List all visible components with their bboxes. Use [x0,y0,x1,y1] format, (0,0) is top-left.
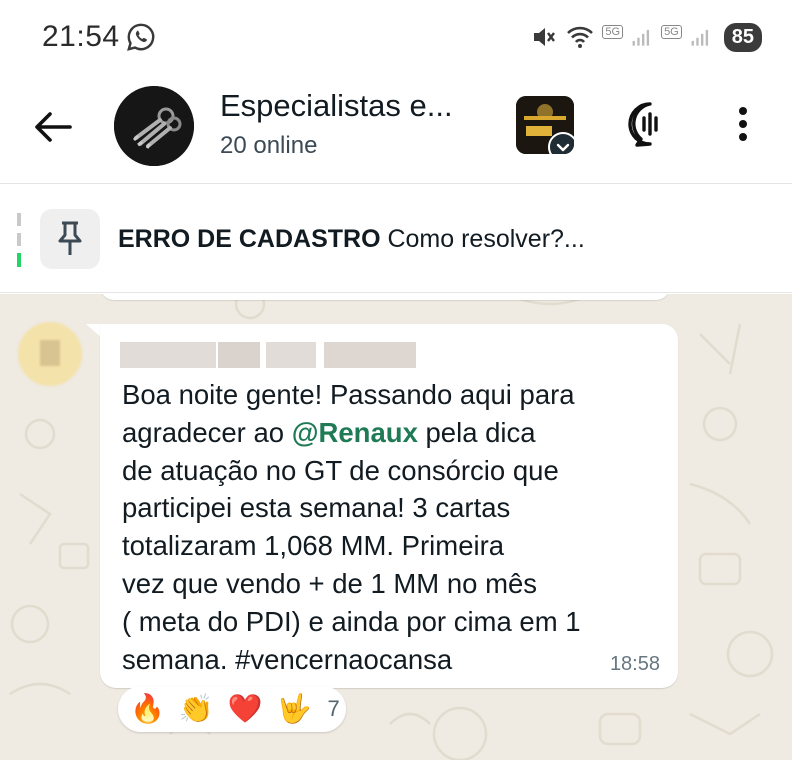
clapping-emoji: 👏 [178,692,214,725]
message-time: 18:58 [609,653,660,675]
mute-icon [534,28,556,46]
status-time: 21:54 [42,20,120,53]
chevron-down-icon [556,143,570,152]
signal-icon [632,29,650,46]
message-bubble[interactable]: Boa noite gente! Passando aqui para agra… [100,324,678,688]
network-type: 5G [661,25,682,39]
voice-chat-icon[interactable] [626,100,674,148]
more-options-icon[interactable] [726,104,760,144]
community-badge [548,132,574,154]
status-bar: 21:54 5G 5G 85 [0,0,792,74]
pinned-preview: Como resolver?... [387,225,585,253]
love-you-gesture-emoji: 🤟 [276,692,312,725]
online-count: 20 online [220,132,318,159]
message-text: Boa noite gente! Passando aqui para agra… [122,376,662,678]
pinned-title: ERRO DE CADASTRO [118,225,381,253]
reaction-count: 7 [327,696,340,721]
chat-area[interactable]: Boa noite gente! Passando aqui para agra… [0,294,792,760]
pinned-message-bar[interactable]: ERRO DE CADASTRO Como resolver?... [0,185,792,293]
fire-emoji: 🔥 [130,692,165,725]
pinned-indicator [17,213,21,267]
wifi-icon [567,26,594,48]
back-arrow-icon[interactable] [30,104,76,150]
message-text-part: pela dica de atuação no GT de consórcio … [122,416,581,675]
heart-emoji: ❤️ [227,692,263,725]
previous-message-edge [100,294,670,300]
mention-link[interactable]: @Renaux [292,417,418,448]
pin-icon [58,221,82,255]
reactions-pill[interactable]: 🔥 👏 ❤️ 🤟 7 [118,686,346,732]
group-name[interactable]: Especialistas e... [220,88,453,124]
sender-name-blurred [120,342,416,368]
group-avatar[interactable] [114,86,194,166]
whatsapp-icon [127,23,155,51]
keys-image [114,86,194,166]
network-type: 5G [602,25,624,39]
pinned-message-text: ERRO DE CADASTRO Como resolver?... [118,225,585,254]
signal-icon [691,29,708,46]
community-avatar[interactable] [516,96,574,154]
pin-icon-box [40,209,100,269]
chat-header: Especialistas e... 20 online [0,74,792,184]
battery-level: 85 [723,22,762,52]
sender-avatar[interactable] [18,322,82,386]
